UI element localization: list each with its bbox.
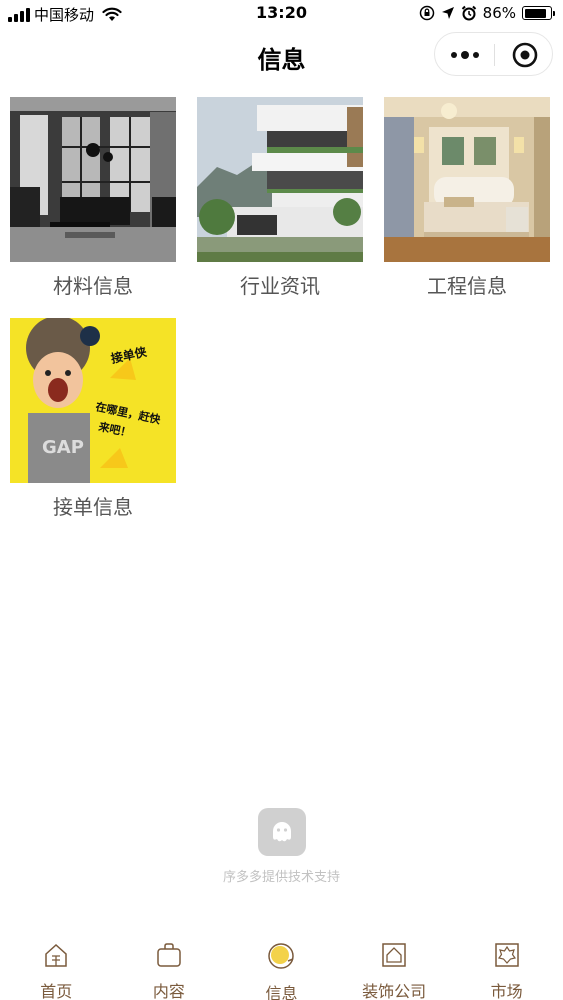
bedroom-photo [384,97,550,262]
battery-icon [522,6,555,20]
tab-label: 首页 [40,982,73,1000]
bag-icon [155,942,183,968]
alarm-icon [461,5,476,21]
market-icon [493,942,521,968]
tab-label: 市场 [490,982,523,1000]
tech-support: 序多多提供技术支持 [0,808,563,885]
octopus-logo-icon [257,808,306,856]
tab-home[interactable]: 首页 [0,930,113,1000]
nav-bar: 信息 [0,28,563,82]
grid-item-industry-news[interactable]: 行业资讯 [197,97,363,299]
tab-label: 装饰公司 [362,982,427,1000]
tile-label: 材料信息 [53,274,133,298]
tab-info[interactable]: 信息 [225,930,338,1000]
tile-label: 行业资讯 [240,274,320,298]
house-icon [380,942,408,968]
close-button[interactable] [495,33,554,77]
info-icon [267,942,295,970]
support-text: 序多多提供技术支持 [222,870,340,885]
tab-label: 内容 [152,982,185,1000]
tile-label: 接单信息 [53,495,133,519]
rotation-lock-icon [419,5,434,21]
jiedanxia-poster: GAP 接单侠 在哪里，赶快 来吧！ [10,318,176,483]
grid-item-orders[interactable]: GAP 接单侠 在哪里，赶快 来吧！ 接单信息 [10,318,176,520]
tile-label: 工程信息 [427,274,507,298]
location-icon [441,7,454,19]
grid-item-materials[interactable]: 材料信息 [10,97,176,299]
more-button[interactable] [435,33,494,77]
status-bar: 中国移动 13:20 86% [0,0,563,28]
tab-label: 信息 [265,984,298,1000]
home-icon [42,942,70,968]
living-room-photo [10,97,176,262]
tab-content[interactable]: 内容 [113,930,226,1000]
poster-shirt-text: GAP [42,437,84,458]
tab-bar: 首页 内容 信息 装饰公司 市场 [0,930,563,1000]
grid-item-projects[interactable]: 工程信息 [384,97,550,299]
tab-decoration-company[interactable]: 装饰公司 [338,930,451,1000]
tab-market[interactable]: 市场 [450,930,563,1000]
more-dots-icon [450,52,457,58]
mini-program-capsule [434,32,553,76]
target-close-icon [512,42,537,68]
villa-exterior-photo [197,97,363,262]
battery-percent: 86% [482,4,516,22]
